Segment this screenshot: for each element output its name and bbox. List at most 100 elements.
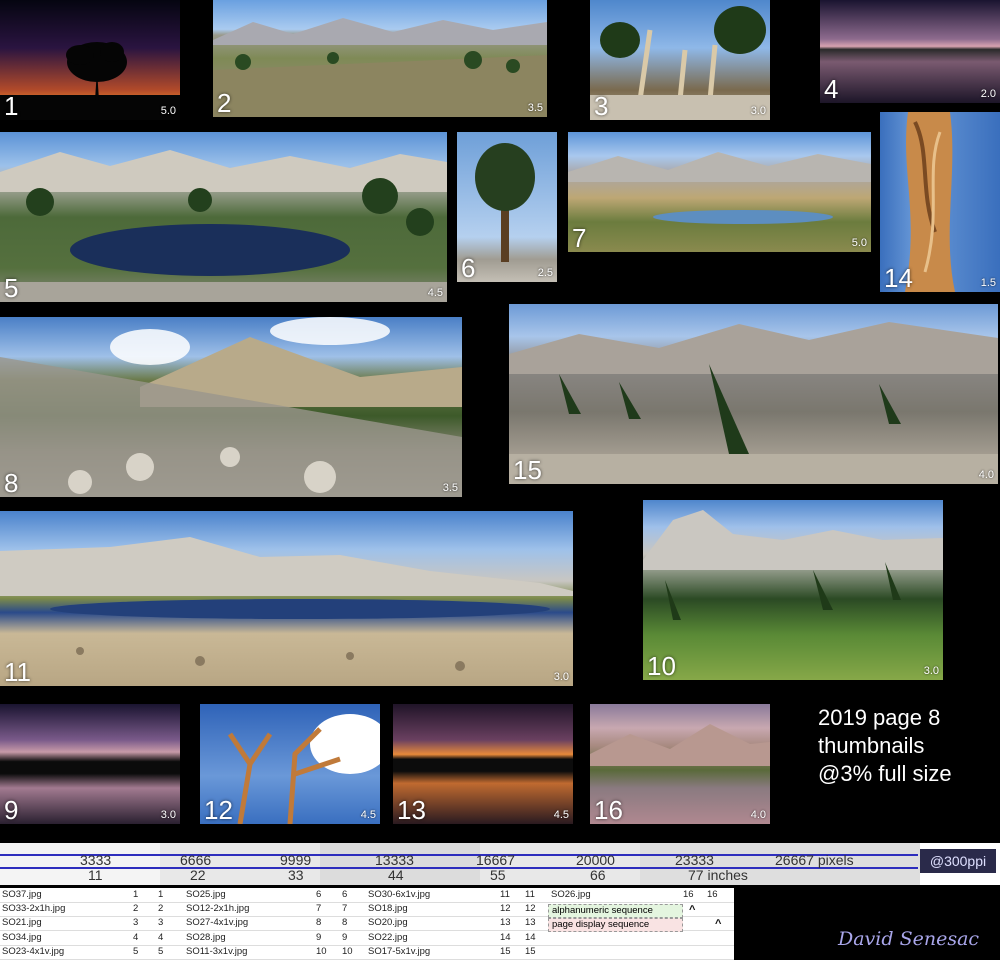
thumbnail-size: 4.5 [360, 809, 376, 821]
table-cell: 12 [500, 903, 511, 915]
thumbnail-2[interactable]: 2 3.5 [213, 0, 547, 117]
thumbnail-size: 4.0 [750, 809, 766, 821]
table-cell: SO22.jpg [368, 931, 408, 943]
thumbnail-7[interactable]: 7 5.0 [568, 132, 871, 252]
ruler-pixel-label: 20000 [576, 852, 615, 868]
table-cell: SO21.jpg [2, 917, 42, 929]
thumbnail-number: 5 [4, 273, 19, 302]
thumbnail-number: 14 [884, 263, 913, 292]
table-cell: 2 [158, 903, 164, 915]
thumbnail-size: 1.5 [980, 277, 996, 289]
ppi-badge: @300ppi [920, 849, 996, 873]
thumbnail-5[interactable]: 5 4.5 [0, 132, 447, 302]
thumbnail-size: 3.5 [442, 482, 458, 494]
table-row: SO23-4x1v.jpg 5 5 SO11-3x1v.jpg 10 10 SO17-5x1… [0, 945, 734, 960]
thumbnail-number: 8 [4, 468, 19, 497]
meadow-pond [568, 152, 871, 224]
thumbnail-number: 1 [4, 91, 19, 120]
thumbnail-12[interactable]: 12 4.5 [200, 704, 380, 824]
table-cell: 8 [342, 917, 348, 929]
table-cell: SO26.jpg [551, 889, 591, 900]
bristlecone-trees [590, 6, 770, 120]
info-line: 2019 page 8 [818, 705, 941, 730]
table-cell: SO33-2x1h.jpg [2, 903, 66, 915]
thumbnail-4[interactable]: 4 2.0 [820, 0, 1000, 103]
thumbnail-number: 15 [513, 455, 542, 484]
thumbnail-number: 9 [4, 795, 19, 824]
ruler-inch-label: 22 [190, 867, 206, 883]
ruler-inch-label: 77 inches [688, 867, 748, 883]
pine-ridge [509, 322, 998, 484]
table-cell: 4 [158, 931, 164, 943]
mountain-range [213, 18, 547, 117]
table-cell: 11 [500, 889, 510, 900]
thumbnail-number: 2 [217, 88, 232, 117]
thumbnail-11[interactable]: 11 3.0 [0, 511, 573, 686]
thumbnail-16[interactable]: 16 4.0 [590, 704, 770, 824]
thumbnail-3[interactable]: 3 3.0 [590, 0, 770, 120]
table-cell: SO28.jpg [186, 931, 226, 943]
table-cell: 15 [525, 945, 536, 957]
page-info: 2019 page 8 thumbnails @3% full size [818, 704, 952, 788]
ruler-pixel-label: 3333 [80, 852, 112, 868]
green-meadow [643, 510, 943, 620]
thumbnail-size: 5.0 [851, 237, 867, 249]
ruler-inch-label: 33 [288, 867, 304, 883]
table-cell: SO30-6x1v.jpg [368, 889, 431, 900]
thumbnail-number: 13 [397, 795, 426, 824]
table-row: SO34.jpg 4 4 SO28.jpg 9 9 SO22.jpg 14 14 [0, 931, 734, 946]
thumbnail-14[interactable]: 14 1.5 [880, 112, 1000, 292]
table-cell: 13 [525, 917, 536, 929]
thumbnail-size: 2.0 [980, 88, 996, 100]
table-row: SO37.jpg 1 1 SO25.jpg 6 6 SO30-6x1v.jpg 11 11 SO2… [0, 888, 734, 903]
info-line: @3% full size [818, 761, 952, 786]
thumbnail-size: 3.0 [160, 809, 176, 821]
table-cell: 3 [133, 917, 139, 929]
ruler-inch-label: 44 [388, 867, 404, 883]
ruler-pixel-label: 26667 pixels [775, 852, 854, 868]
caret-marker: ^ [689, 904, 696, 916]
table-cell: 10 [316, 945, 327, 957]
ruler-inch-label: 66 [590, 867, 606, 883]
table-cell: SO25.jpg [186, 889, 226, 900]
thumbnail-size: 3.0 [923, 665, 939, 677]
thumbnail-size: 4.0 [978, 469, 994, 481]
table-cell: 9 [316, 931, 322, 943]
table-cell: 13 [500, 917, 511, 929]
thumbnail-size: 4.5 [427, 287, 443, 299]
legend-alphanumeric: alphanumeric sequence [548, 904, 683, 918]
thumbnail-9[interactable]: 9 3.0 [0, 704, 180, 824]
thumbnail-number: 7 [572, 223, 587, 252]
ruler-pixel-label: 6666 [180, 852, 212, 868]
table-cell: 7 [316, 903, 322, 915]
table-cell: SO20.jpg [368, 917, 408, 929]
thumbnail-15[interactable]: 15 4.0 [509, 304, 998, 484]
thumbnail-10[interactable]: 10 3.0 [643, 500, 943, 680]
table-cell: 8 [316, 917, 322, 929]
thumbnail-size: 3.5 [527, 102, 543, 114]
tree-silhouette [0, 42, 180, 120]
thumbnail-6[interactable]: 6 2.5 [457, 132, 557, 282]
info-line: thumbnails [818, 733, 925, 758]
thumbnail-13[interactable]: 13 4.5 [393, 704, 573, 824]
ruler-pixel-label: 16667 [476, 852, 515, 868]
table-cell: 16 [683, 889, 694, 900]
table-cell: SO34.jpg [2, 931, 42, 943]
table-cell: SO12-2x1h.jpg [186, 903, 250, 915]
table-cell: 4 [133, 931, 139, 943]
legend-page-display: page display sequence [548, 918, 683, 932]
thumbnail-1[interactable]: 1 5.0 [0, 0, 180, 120]
rocky-slope [0, 317, 462, 497]
table-cell: 1 [158, 889, 164, 900]
ruler-inch-label: 55 [490, 867, 506, 883]
lake-granite [0, 537, 573, 671]
thumbnail-8[interactable]: 8 3.5 [0, 317, 462, 497]
thumbnail-size: 3.0 [750, 105, 766, 117]
table-cell: 5 [158, 945, 164, 957]
table-cell: SO11-3x1v.jpg [186, 945, 248, 957]
thumbnail-size: 3.0 [553, 671, 569, 683]
ruler-pixel-label: 13333 [375, 852, 414, 868]
table-cell: 14 [525, 931, 536, 943]
table-cell: 5 [133, 945, 139, 957]
thumbnail-number: 11 [4, 657, 31, 686]
